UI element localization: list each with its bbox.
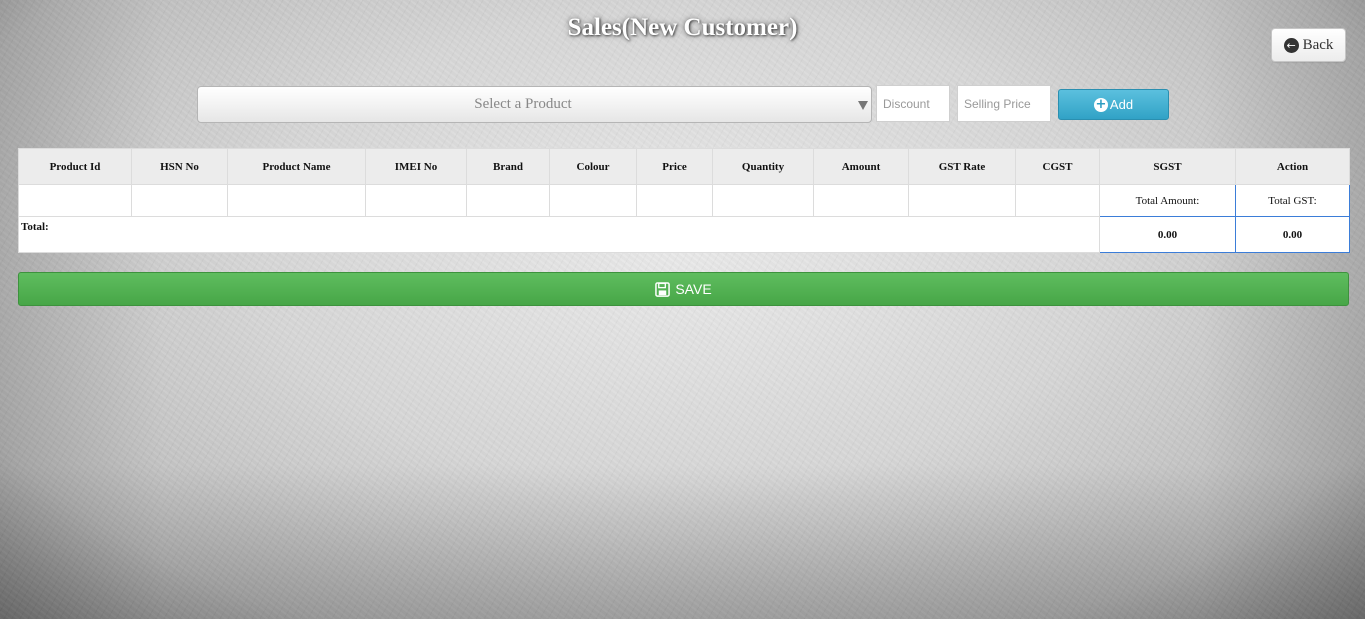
product-select[interactable]: Select a Product	[197, 86, 872, 123]
table-cell	[636, 184, 713, 217]
table-cell	[549, 184, 637, 217]
total-gst-label: Total GST:	[1235, 184, 1350, 217]
sales-table-container: Product Id HSN No Product Name IMEI No B…	[18, 148, 1350, 253]
table-cell	[1015, 184, 1100, 217]
save-button[interactable]: SAVE	[18, 272, 1349, 306]
table-cell	[466, 184, 550, 217]
product-select-placeholder: Select a Product	[474, 96, 572, 112]
column-header: Product Name	[227, 148, 366, 185]
table-row: Total Amount: Total GST:	[18, 184, 1350, 217]
total-row: Total: 0.00 0.00	[18, 216, 1350, 253]
add-button[interactable]: + Add	[1058, 89, 1169, 120]
table-cell	[813, 184, 909, 217]
column-header: Product Id	[18, 148, 132, 185]
table-cell	[227, 184, 366, 217]
table-cell	[365, 184, 467, 217]
dropdown-arrow-icon	[858, 101, 868, 110]
column-header: SGST	[1099, 148, 1236, 185]
floppy-disk-icon	[655, 281, 671, 297]
column-header: GST Rate	[908, 148, 1016, 185]
sales-table: Product Id HSN No Product Name IMEI No B…	[18, 148, 1350, 253]
back-button-label: Back	[1302, 36, 1334, 53]
table-header-row: Product Id HSN No Product Name IMEI No B…	[18, 148, 1350, 185]
back-button[interactable]: ← Back	[1271, 28, 1346, 62]
page-title: Sales(New Customer)	[567, 14, 798, 41]
column-header: Brand	[466, 148, 550, 185]
column-header: Amount	[813, 148, 909, 185]
circle-arrow-left-icon: ←	[1283, 37, 1299, 53]
add-button-label: Add	[1109, 97, 1134, 112]
discount-input[interactable]	[876, 85, 950, 122]
column-header: Quantity	[712, 148, 814, 185]
table-cell	[712, 184, 814, 217]
table-cell	[18, 184, 132, 217]
total-amount-value: 0.00	[1099, 216, 1236, 253]
total-amount-label: Total Amount:	[1099, 184, 1236, 217]
plus-circle-icon: +	[1093, 97, 1108, 112]
table-cell	[908, 184, 1016, 217]
column-header: Price	[636, 148, 713, 185]
column-header: Action	[1235, 148, 1350, 185]
total-label: Total:	[18, 216, 1100, 253]
total-gst-value: 0.00	[1235, 216, 1350, 253]
column-header: IMEI No	[365, 148, 467, 185]
column-header: CGST	[1015, 148, 1100, 185]
column-header: Colour	[549, 148, 637, 185]
save-button-label: SAVE	[675, 281, 712, 297]
column-header: HSN No	[131, 148, 228, 185]
selling-price-input[interactable]	[957, 85, 1051, 122]
table-cell	[131, 184, 228, 217]
